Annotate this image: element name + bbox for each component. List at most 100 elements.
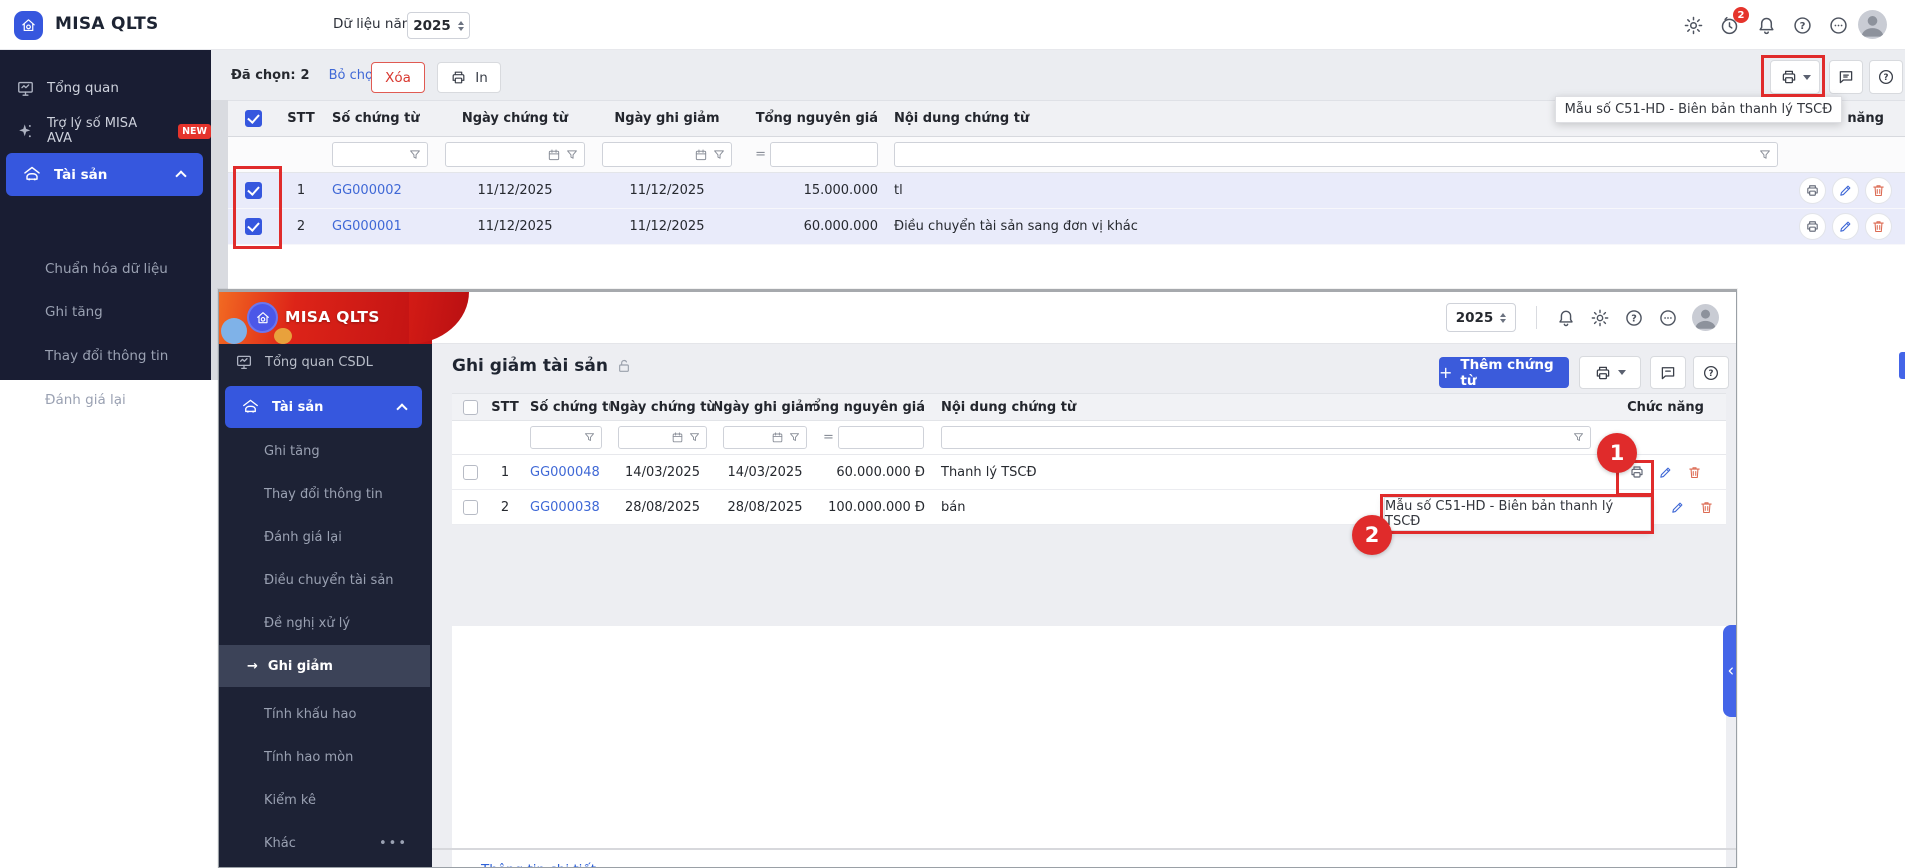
print-button[interactable]: In [437, 62, 501, 93]
print-dropdown-button[interactable] [1770, 60, 1820, 94]
inner-sub-ghi-giam-active[interactable]: → Ghi giảm [219, 645, 430, 687]
inner-sub-khac[interactable]: Khác ••• [219, 822, 430, 865]
tab-thong-tin-chi-tiet[interactable]: Thông tin chi tiết [481, 862, 596, 868]
inner-sub-tinh-khau-hao[interactable]: Tính khấu hao [219, 693, 430, 736]
add-voucher-button[interactable]: + Thêm chứng từ [1439, 357, 1569, 388]
inner-sidebar-tai-san[interactable]: Tài sản [225, 386, 422, 428]
asset-icon [241, 398, 260, 417]
row-edit-button[interactable] [1832, 213, 1859, 240]
printer-icon [1780, 68, 1798, 86]
inner-collapsed-panel-tab[interactable] [1723, 625, 1737, 717]
user-avatar[interactable] [1858, 10, 1887, 39]
select-all-checkbox[interactable] [463, 400, 478, 415]
filter-so-chung-tu[interactable] [530, 426, 602, 449]
app-logo-icon[interactable] [14, 11, 43, 40]
lock-open-icon[interactable] [616, 358, 632, 374]
sidebar-item-tai-san[interactable]: Tài sản [6, 153, 203, 196]
row-print-button[interactable] [1799, 213, 1826, 240]
inner-sub-tinh-hao-mon[interactable]: Tính hao mòn [219, 736, 430, 779]
row-delete-button[interactable] [1865, 177, 1892, 204]
year-spinner[interactable] [1500, 310, 1506, 326]
row-edit-button[interactable] [1667, 497, 1687, 517]
inner-print-dropdown-button[interactable] [1579, 356, 1641, 389]
inner-more-icon[interactable] [1656, 306, 1680, 330]
row-checkbox[interactable] [245, 182, 262, 199]
row-edit-button[interactable] [1656, 462, 1676, 482]
inner-settings-icon[interactable] [1588, 306, 1612, 330]
table-row[interactable]: 2 GG000001 11/12/2025 11/12/2025 60.000.… [228, 209, 1905, 245]
col-tong-nguyen-gia: Tổng nguyên giá [740, 101, 886, 136]
more-icon[interactable] [1826, 13, 1850, 37]
question-icon: ? [1702, 364, 1720, 382]
chevron-down-icon[interactable] [1702, 861, 1719, 868]
filter-tong-nguyen-gia[interactable] [838, 426, 924, 449]
inner-sub-dieu-chuyen[interactable]: Điều chuyển tài sản [219, 559, 430, 602]
help-button[interactable]: ? [1869, 60, 1903, 94]
print-template-tooltip: Mẫu số C51-HD - Biên bản thanh lý TSCĐ [1555, 96, 1842, 123]
filter-noi-dung[interactable] [941, 426, 1591, 449]
equals-operator[interactable]: = [823, 430, 834, 445]
row-delete-button[interactable] [1696, 497, 1716, 517]
filter-ngay-ghi-giam[interactable] [723, 426, 807, 449]
question-icon: ? [1877, 68, 1895, 86]
row-checkbox[interactable] [463, 465, 478, 480]
inner-feedback-button[interactable] [1650, 356, 1686, 389]
collapsed-panel-tab[interactable] [1899, 352, 1905, 379]
settings-icon[interactable] [1681, 13, 1705, 37]
inner-notifications-icon[interactable] [1554, 306, 1578, 330]
asset-icon [22, 165, 42, 185]
filter-tong-nguyen-gia[interactable] [770, 142, 878, 167]
inner-table-row[interactable]: 1 GG000048 14/03/2025 14/03/2025 60.000.… [452, 455, 1726, 490]
inner-user-avatar[interactable] [1692, 304, 1719, 331]
sidebar-sub-ghi-tang[interactable]: Ghi tăng [0, 290, 211, 333]
inner-sub-thay-doi[interactable]: Thay đổi thông tin [219, 473, 430, 516]
select-all-checkbox[interactable] [245, 110, 262, 127]
row-print-button[interactable] [1799, 177, 1826, 204]
sidebar-item-tro-ly-ava[interactable]: Trợ lý số MISA AVA NEW [0, 111, 211, 151]
filter-ngay-chung-tu[interactable] [445, 142, 585, 167]
inner-sub-ghi-tang[interactable]: Ghi tăng [219, 430, 430, 473]
row-checkbox[interactable] [245, 218, 262, 235]
filter-ngay-ghi-giam[interactable] [602, 142, 732, 167]
year-selector[interactable]: 2025 [407, 12, 470, 39]
inner-sub-kiem-ke[interactable]: Kiểm kê [219, 779, 430, 822]
row-delete-button[interactable] [1865, 213, 1892, 240]
calendar-icon [547, 148, 561, 162]
voucher-link[interactable]: GG000001 [332, 219, 402, 234]
voucher-link[interactable]: GG000038 [530, 500, 600, 515]
funnel-icon [565, 148, 579, 162]
equals-operator[interactable]: = [755, 147, 766, 162]
row-delete-button[interactable] [1685, 462, 1705, 482]
cell-tong-nguyen-gia: 15.000.000 [740, 173, 886, 208]
row-checkbox[interactable] [463, 500, 478, 515]
voucher-link[interactable]: GG000048 [530, 465, 600, 480]
voucher-link[interactable]: GG000002 [332, 183, 402, 198]
table-row[interactable]: 1 GG000002 11/12/2025 11/12/2025 15.000.… [228, 173, 1905, 209]
notifications-icon[interactable] [1754, 13, 1778, 37]
inner-year-selector[interactable]: 2025 [1446, 303, 1516, 332]
selected-count: 2 [301, 68, 310, 83]
sidebar-sub-thay-doi[interactable]: Thay đổi thông tin [0, 334, 211, 377]
year-label: Dữ liệu năm [333, 16, 415, 32]
inner-sub-danh-gia[interactable]: Đánh giá lại [219, 516, 430, 559]
funnel-icon [688, 431, 701, 444]
inner-sub-de-nghi[interactable]: Đề nghị xử lý [219, 602, 430, 645]
row-edit-button[interactable] [1832, 177, 1859, 204]
inner-sidebar-tong-quan-csdl[interactable]: Tổng quan CSDL [219, 344, 430, 380]
inner-help-icon[interactable]: ? [1622, 306, 1646, 330]
filter-noi-dung[interactable] [894, 142, 1778, 167]
sidebar-sub-chuan-hoa[interactable]: Chuẩn hóa dữ liệu [0, 247, 211, 290]
year-spinner[interactable] [458, 18, 464, 34]
sidebar-item-tong-quan[interactable]: Tổng quan [0, 68, 211, 108]
cell-tong-nguyen-gia: 60.000.000 [740, 209, 886, 244]
help-icon[interactable]: ? [1790, 13, 1814, 37]
sidebar-label: Tài sản [54, 167, 107, 183]
delete-button[interactable]: Xóa [371, 62, 425, 93]
cell-noi-dung: Điều chuyển tài sản sang đơn vị khác [886, 209, 1786, 244]
filter-so-chung-tu[interactable] [332, 142, 428, 167]
inner-help-button[interactable]: ? [1693, 356, 1729, 389]
filter-ngay-chung-tu[interactable] [618, 426, 707, 449]
sidebar-sub-danh-gia[interactable]: Đánh giá lại [0, 378, 211, 421]
history-icon[interactable]: 2 [1717, 13, 1741, 37]
feedback-button[interactable] [1829, 60, 1863, 94]
